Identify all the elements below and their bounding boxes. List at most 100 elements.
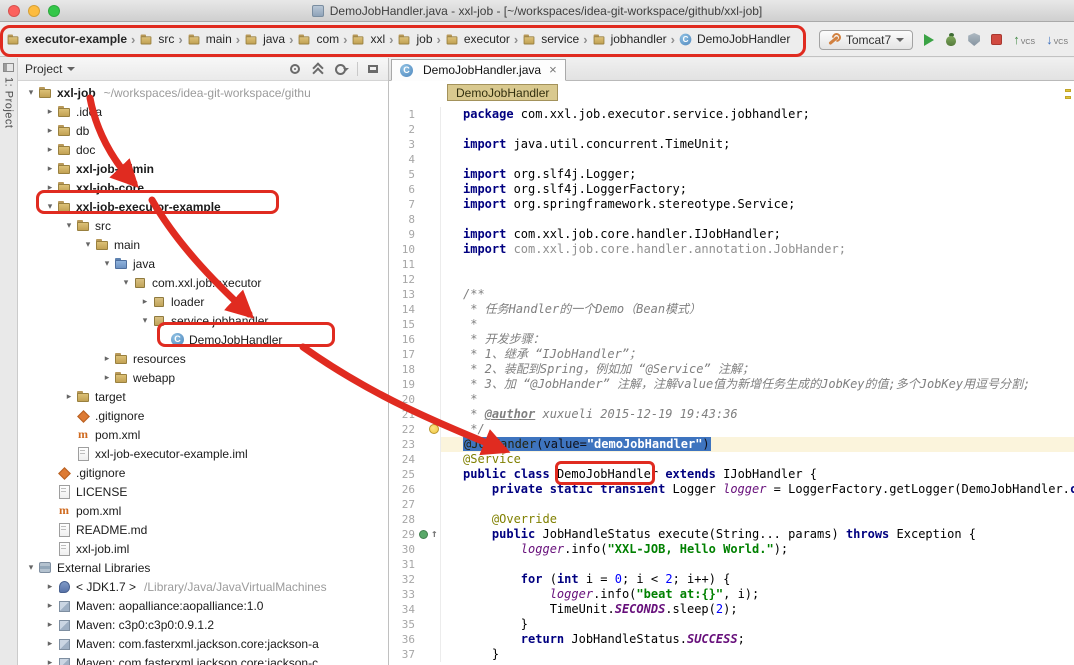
tree-item-resources[interactable]: ▸resources <box>18 349 388 368</box>
code-text[interactable]: public JobHandleStatus execute(String...… <box>441 527 1074 542</box>
tree-item-target[interactable]: ▸target <box>18 387 388 406</box>
code-text[interactable]: import org.springframework.stereotype.Se… <box>441 197 1074 212</box>
code-line[interactable]: 33 logger.info("beat at:{}", i); <box>389 587 1074 602</box>
code-text[interactable]: /** <box>441 287 1074 302</box>
tree-item-maven-com-fasterxml-jackson-core-jackson-a[interactable]: ▸Maven: com.fasterxml.jackson.core:jacks… <box>18 634 388 653</box>
tree-expand-icon[interactable]: ▸ <box>43 657 57 665</box>
code-text[interactable]: logger.info("XXL-JOB, Hello World."); <box>441 542 1074 557</box>
tree-expand-icon[interactable]: ▸ <box>43 638 57 649</box>
tree-item-maven-aopalliance-aopalliance-1-0[interactable]: ▸Maven: aopalliance:aopalliance:1.0 <box>18 596 388 615</box>
editor-tab[interactable]: C DemoJobHandler.java × <box>391 59 566 81</box>
tree-item-xxl-job[interactable]: ▾xxl-job~/workspaces/idea-git-workspace/… <box>18 83 388 102</box>
code-text[interactable]: * 开发步骤： <box>441 332 1074 347</box>
code-line[interactable]: 36 return JobHandleStatus.SUCCESS; <box>389 632 1074 647</box>
code-text[interactable]: import com.xxl.job.core.handler.IJobHand… <box>441 227 1074 242</box>
code-text[interactable] <box>441 212 1074 227</box>
breadcrumb-item[interactable]: java <box>242 30 287 48</box>
locate-file-icon[interactable] <box>287 61 303 77</box>
code-text[interactable]: * <box>441 392 1074 407</box>
tree-item-xxl-job-executor-example[interactable]: ▾xxl-job-executor-example <box>18 197 388 216</box>
error-stripe-mark[interactable] <box>1065 96 1071 99</box>
breadcrumb-item[interactable]: com <box>295 30 341 48</box>
code-line[interactable]: 26 private static transient Logger logge… <box>389 482 1074 497</box>
tree-expand-icon[interactable]: ▸ <box>43 581 57 592</box>
tree-expand-icon[interactable]: ▸ <box>43 125 57 136</box>
tree-expand-icon[interactable]: ▸ <box>138 296 152 307</box>
code-line[interactable]: 11 <box>389 257 1074 272</box>
debug-button[interactable] <box>945 33 957 46</box>
code-text[interactable]: import org.slf4j.LoggerFactory; <box>441 182 1074 197</box>
code-line[interactable]: 35 } <box>389 617 1074 632</box>
code-line[interactable]: 19 * 3、加 “@JobHander” 注解，注解value值为新增任务生成… <box>389 377 1074 392</box>
tree-expand-icon[interactable]: ▸ <box>100 372 114 383</box>
code-line[interactable]: 37 } <box>389 647 1074 662</box>
breadcrumb-item[interactable]: job <box>395 30 434 48</box>
code-line[interactable]: 5import org.slf4j.Logger; <box>389 167 1074 182</box>
run-configuration-select[interactable]: Tomcat7 <box>819 30 913 50</box>
collapse-all-icon[interactable] <box>310 61 326 77</box>
code-text[interactable]: package com.xxl.job.executor.service.job… <box>441 107 1074 122</box>
tree-expand-icon[interactable]: ▸ <box>43 163 57 174</box>
code-text[interactable] <box>441 257 1074 272</box>
breadcrumb-item[interactable]: executor <box>443 30 512 48</box>
tree-expand-icon[interactable]: ▾ <box>119 277 133 288</box>
code-text[interactable]: @Override <box>441 512 1074 527</box>
tree-item-demojobhandler[interactable]: CDemoJobHandler <box>18 330 388 349</box>
close-window-icon[interactable] <box>8 5 20 17</box>
code-text[interactable]: * 2、装配到Spring，例如加 “@Service” 注解； <box>441 362 1074 377</box>
tree-expand-icon[interactable]: ▾ <box>62 220 76 231</box>
minimize-window-icon[interactable] <box>28 5 40 17</box>
tree-item-xxl-job-iml[interactable]: xxl-job.iml <box>18 539 388 558</box>
code-line[interactable]: 12 <box>389 272 1074 287</box>
hide-panel-icon[interactable] <box>365 61 381 77</box>
override-marker-icon[interactable] <box>419 530 428 539</box>
code-line[interactable]: 25public class DemoJobHandler extends IJ… <box>389 467 1074 482</box>
code-line[interactable]: 13/** <box>389 287 1074 302</box>
tree-expand-icon[interactable]: ▸ <box>43 600 57 611</box>
code-text[interactable]: public class DemoJobHandler extends IJob… <box>441 467 1074 482</box>
code-text[interactable]: import com.xxl.job.core.handler.annotati… <box>441 242 1074 257</box>
zoom-window-icon[interactable] <box>48 5 60 17</box>
breadcrumb-item[interactable]: main <box>185 30 234 48</box>
code-text[interactable]: */ <box>441 422 1074 437</box>
tree-expand-icon[interactable]: ▾ <box>138 315 152 326</box>
code-line[interactable]: 18 * 2、装配到Spring，例如加 “@Service” 注解； <box>389 362 1074 377</box>
tree-expand-icon[interactable]: ▾ <box>100 258 114 269</box>
code-line[interactable]: 32 for (int i = 0; i < 2; i++) { <box>389 572 1074 587</box>
tree-expand-icon[interactable]: ▾ <box>43 201 57 212</box>
vcs-commit-button[interactable]: ↑ VCS <box>1013 34 1035 46</box>
code-line[interactable]: 24@Service <box>389 452 1074 467</box>
code-text[interactable] <box>441 497 1074 512</box>
code-text[interactable]: } <box>441 617 1074 632</box>
code-line[interactable]: 15 * <box>389 317 1074 332</box>
tree-item-db[interactable]: ▸db <box>18 121 388 140</box>
code-line[interactable]: 6import org.slf4j.LoggerFactory; <box>389 182 1074 197</box>
code-line[interactable]: 2 <box>389 122 1074 137</box>
code-line[interactable]: 20 * <box>389 392 1074 407</box>
breadcrumb-item[interactable]: jobhandler <box>590 30 669 48</box>
tree-item-maven-c3p0-c3p0-0-9-1-2[interactable]: ▸Maven: c3p0:c3p0:0.9.1.2 <box>18 615 388 634</box>
code-text[interactable]: @Service <box>441 452 1074 467</box>
close-tab-icon[interactable]: × <box>549 64 557 76</box>
code-line[interactable]: 17 * 1、继承 “IJobHandler”； <box>389 347 1074 362</box>
code-text[interactable] <box>441 272 1074 287</box>
code-line[interactable]: 10import com.xxl.job.core.handler.annota… <box>389 242 1074 257</box>
tree-expand-icon[interactable]: ▸ <box>43 182 57 193</box>
chevron-down-icon[interactable] <box>67 67 75 71</box>
tree-item-maven-com-fasterxml-jackson-core-jackson-c[interactable]: ▸Maven: com.fasterxml.jackson.core:jacks… <box>18 653 388 665</box>
tree-expand-icon[interactable]: ▾ <box>24 87 38 98</box>
code-text[interactable]: for (int i = 0; i < 2; i++) { <box>441 572 1074 587</box>
code-line[interactable]: 31 <box>389 557 1074 572</box>
tree-expand-icon[interactable]: ▸ <box>62 391 76 402</box>
code-line[interactable]: 30 logger.info("XXL-JOB, Hello World."); <box>389 542 1074 557</box>
intention-bulb-icon[interactable] <box>429 424 439 434</box>
project-panel-title[interactable]: Project <box>25 62 62 76</box>
tree-expand-icon[interactable]: ▸ <box>100 353 114 364</box>
override-arrow-icon[interactable]: ↑ <box>431 527 438 541</box>
code-text[interactable]: * 3、加 “@JobHander” 注解，注解value值为新增任务生成的Jo… <box>441 377 1074 392</box>
stop-button[interactable] <box>991 34 1002 45</box>
code-text[interactable]: * <box>441 317 1074 332</box>
tree-item-pom-xml[interactable]: pom.xml <box>18 425 388 444</box>
tree-expand-icon[interactable]: ▾ <box>81 239 95 250</box>
tree-item-main[interactable]: ▾main <box>18 235 388 254</box>
